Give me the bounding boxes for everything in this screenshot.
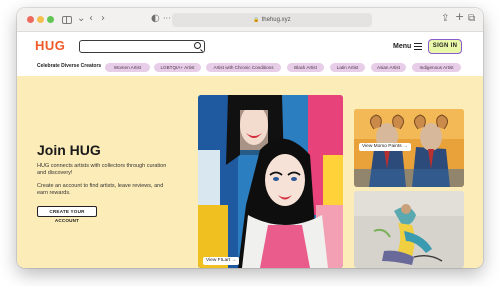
featured-artwork[interactable]: View FILart → [198,95,343,268]
chip-lgbtqia-artist[interactable]: LGBTQIA+ Artist [154,63,201,72]
hero-description: HUG connects artists with collectors thr… [37,163,167,177]
site-header: HUG Menu SIGN IN [17,32,483,60]
filter-label: Celebrate Diverse Creators [37,63,102,69]
chip-women-artist[interactable]: Women Artist [105,63,150,72]
privacy-shield-icon[interactable]: ◐ [151,13,160,25]
browser-window: ⌄ ‹ › ◐ ··· 🔒 thehug.xyz ⇪ + ⧉ HUG Menu S… [17,8,483,268]
view-filart-label: View FILart [206,258,231,263]
close-window-button[interactable] [27,16,34,23]
sidebar-toggle-icon[interactable] [62,16,72,24]
address-text: thehug.xyz [261,17,291,23]
chip-latin-artist[interactable]: Latin Artist [330,63,365,72]
filter-bar: Celebrate Diverse Creators Women Artist … [17,60,483,74]
dropdown-chevron-icon[interactable]: ⌄ [77,13,85,25]
minimize-window-button[interactable] [37,16,44,23]
chip-indigenous-artist[interactable]: Indigenous Artist [412,63,461,72]
more-options-icon[interactable]: ··· [163,13,171,25]
search-input[interactable] [79,40,205,53]
chip-black-artist[interactable]: Black Artist [287,63,324,72]
address-bar[interactable]: 🔒 thehug.xyz [172,13,372,27]
artwork-figure[interactable] [354,191,464,268]
hero-description-secondary: Create an account to find artists, leave… [37,183,164,197]
figure-painting-image [354,191,464,268]
chip-chronic-conditions-artist[interactable]: Artist with Chronic Conditions [206,63,281,72]
portrait-painting-image [198,95,343,268]
chip-asian-artist[interactable]: Asian Artist [371,63,406,72]
logo[interactable]: HUG [35,38,65,53]
browser-toolbar: ⌄ ‹ › ◐ ··· 🔒 thehug.xyz ⇪ + ⧉ [17,8,483,32]
view-momo-paints-button[interactable]: View Momo Paints → [359,143,411,151]
search-icon[interactable] [194,42,201,49]
sign-in-button[interactable]: SIGN IN [428,39,462,54]
artwork-rams[interactable]: View Momo Paints → [354,109,464,187]
hero-section: Join HUG HUG connects artists with colle… [17,76,483,268]
lock-icon: 🔒 [253,17,260,23]
hamburger-icon[interactable] [414,43,422,51]
hero-title: Join HUG [37,142,101,158]
create-account-button[interactable]: CREATE YOUR ACCOUNT [37,206,97,223]
forward-arrow-icon[interactable]: › [101,13,105,25]
menu-button[interactable]: Menu [393,42,411,51]
back-arrow-icon[interactable]: ‹ [89,13,93,25]
view-filart-button[interactable]: View FILart → [203,257,240,265]
tab-overview-icon[interactable]: ⧉ [468,13,475,25]
share-icon[interactable]: ⇪ [441,13,449,25]
zoom-window-button[interactable] [47,16,54,23]
view-momo-paints-label: View Momo Paints [362,144,402,149]
new-tab-icon[interactable]: + [455,11,464,23]
